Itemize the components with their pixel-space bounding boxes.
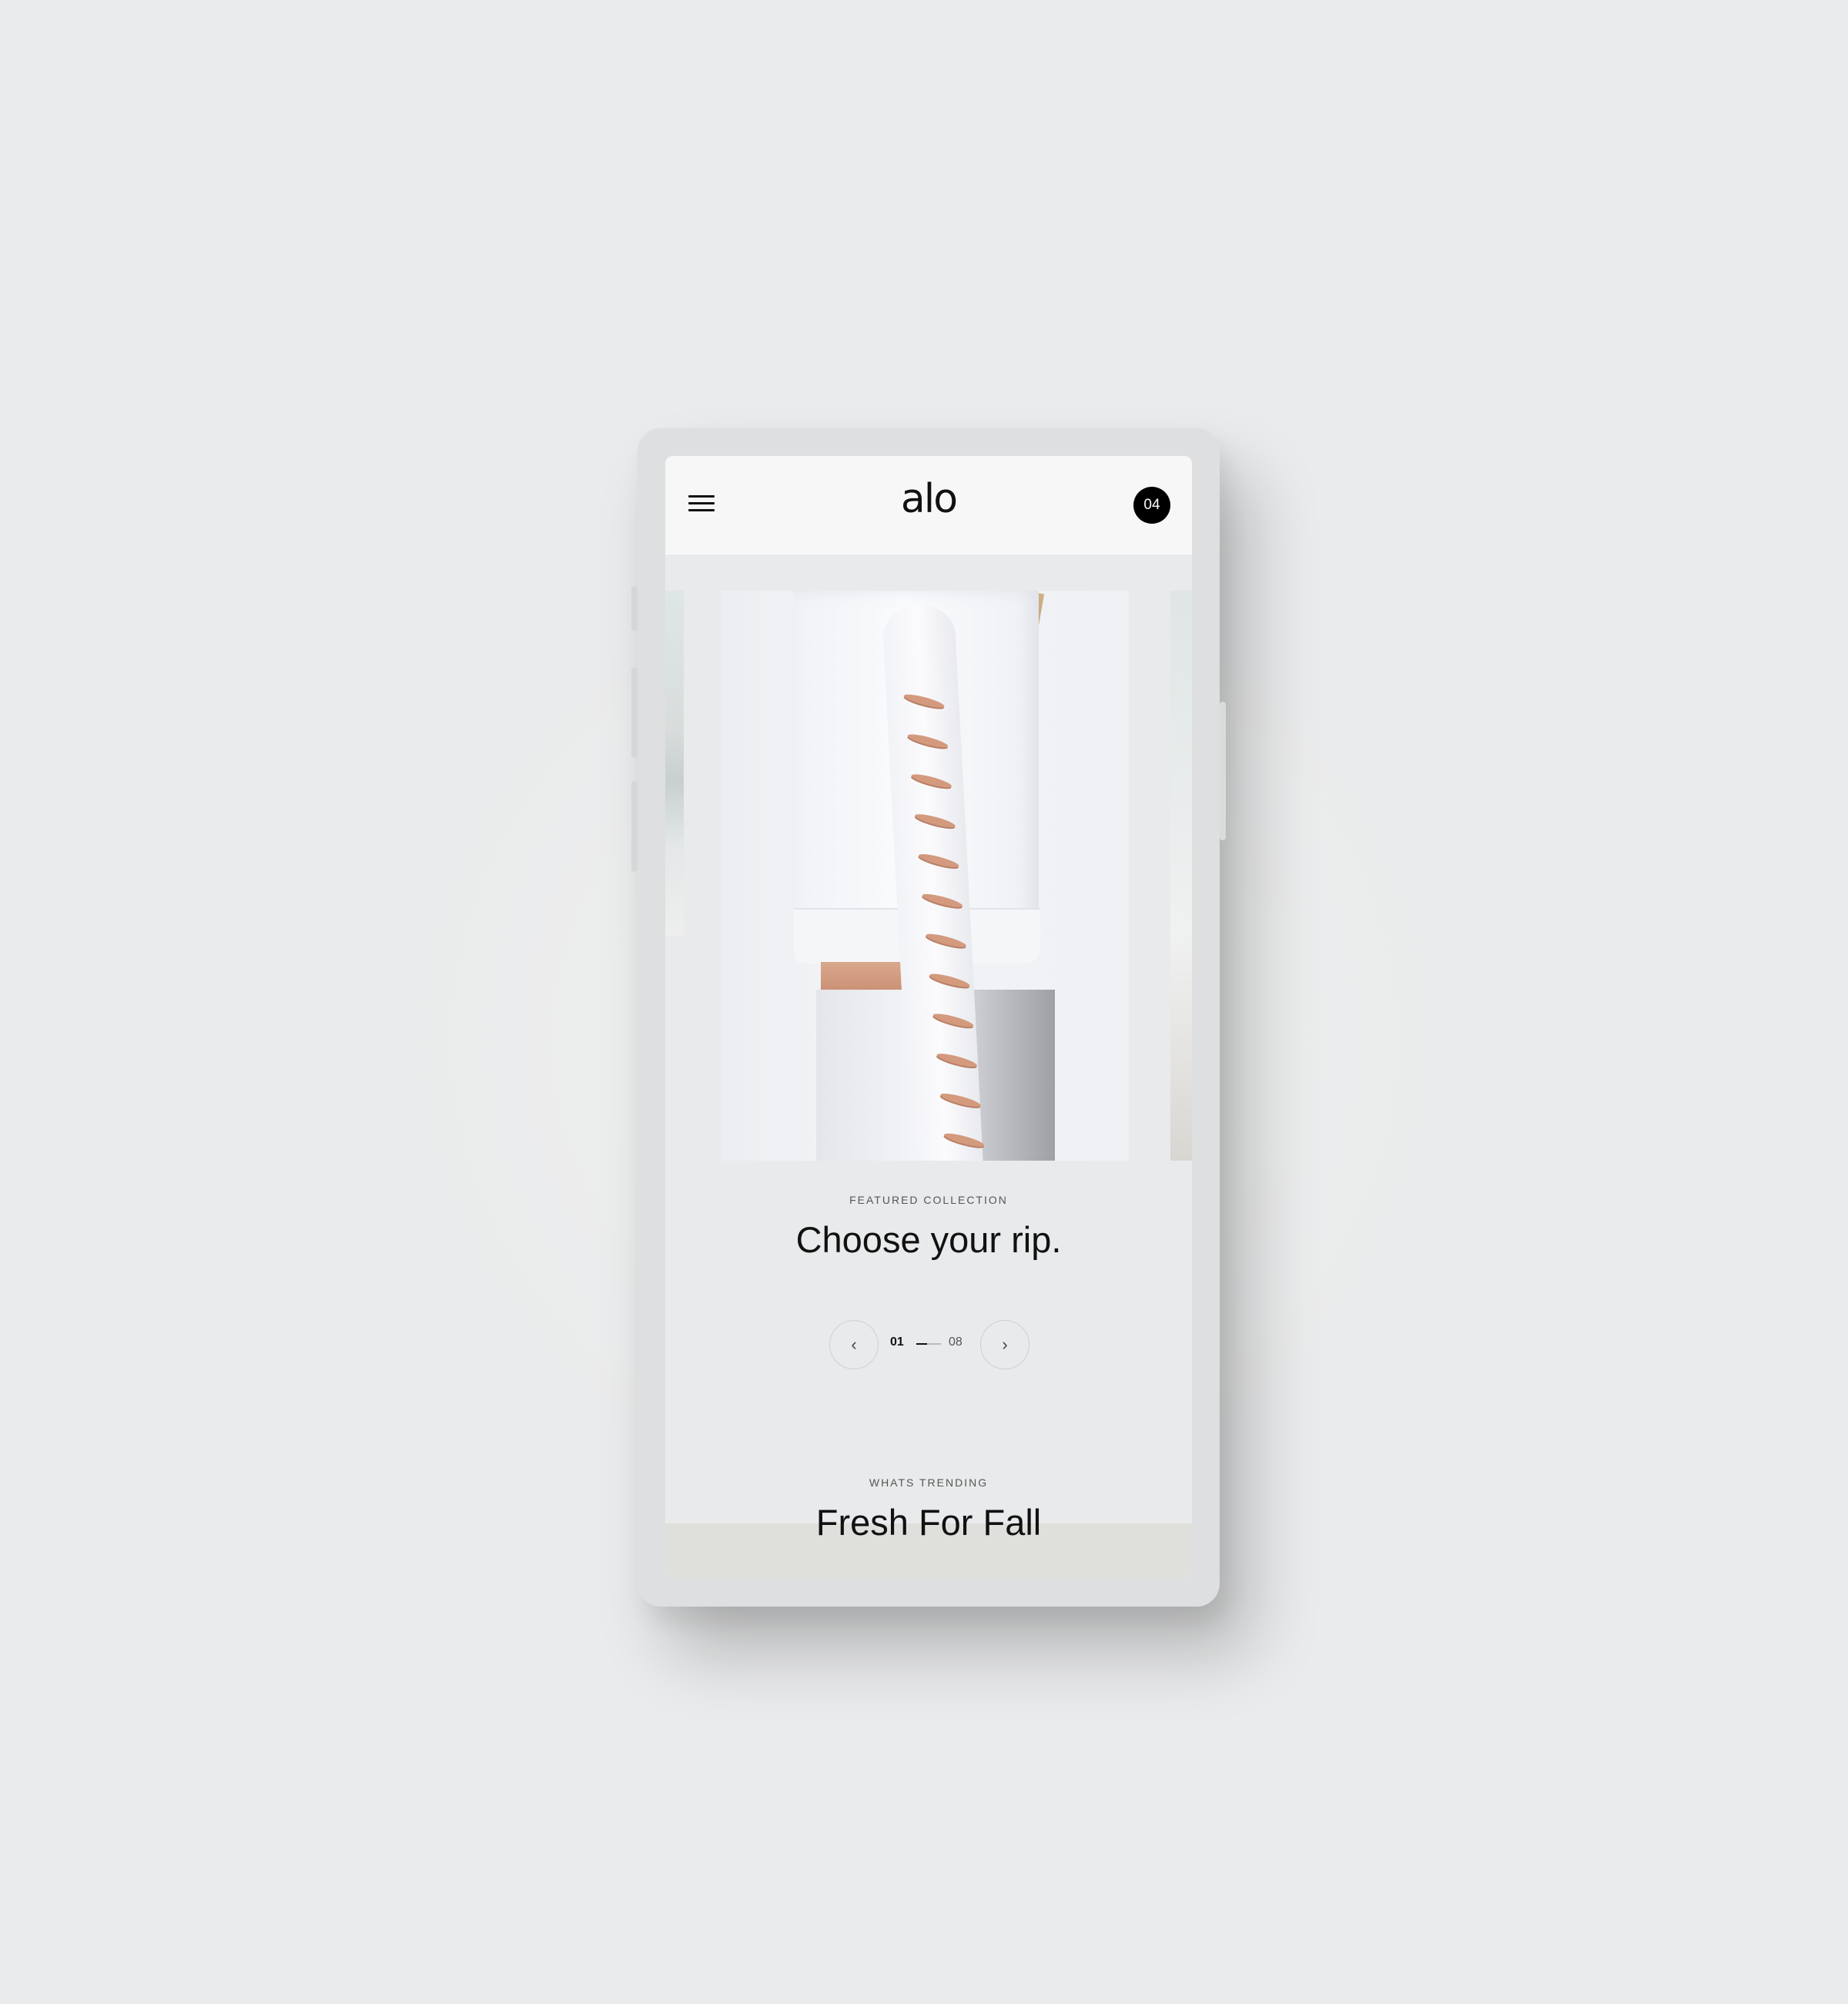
next-slide-peek[interactable] <box>1170 591 1192 1161</box>
sleeve-rip <box>917 851 960 870</box>
previous-slide-peek[interactable] <box>665 591 684 936</box>
phone-power-button <box>1220 702 1226 840</box>
sleeve-rip <box>921 891 964 910</box>
sleeve-rip <box>914 811 956 830</box>
sleeve-rip <box>939 1091 982 1110</box>
chevron-left-icon: ‹ <box>851 1335 857 1354</box>
featured-carousel[interactable] <box>665 591 1192 1161</box>
sleeve-rip <box>936 1051 979 1070</box>
sleeve-rip <box>932 1011 975 1030</box>
featured-collection-label: FEATURED COLLECTION <box>849 1194 1008 1206</box>
cart-count-badge[interactable]: 04 <box>1133 487 1170 524</box>
phone-volume-down-button <box>631 781 638 872</box>
trending-title[interactable]: Fresh For Fall <box>665 1501 1192 1543</box>
carousel-prev-button[interactable]: ‹ <box>829 1320 879 1369</box>
sleeve-rip <box>942 1131 986 1150</box>
site-header: alo 04 <box>665 456 1192 555</box>
pager-current-page: 01 <box>890 1335 904 1349</box>
brand-logo[interactable]: alo <box>665 476 1192 522</box>
sleeve-rip <box>902 692 946 711</box>
whats-trending-label: WHATS TRENDING <box>869 1476 989 1489</box>
sleeve-rip <box>925 931 968 950</box>
featured-collection-title[interactable]: Choose your rip. <box>665 1218 1192 1261</box>
pager-progress-line <box>916 1343 941 1345</box>
featured-slide-image[interactable] <box>684 591 1170 1161</box>
sleeve-rip <box>928 971 971 990</box>
sleeve-rip <box>906 732 949 750</box>
carousel-pager: ‹ 01 08 › <box>829 1320 1029 1369</box>
phone-screen: alo 04 FEATURED COLLECTION Choose your r… <box>665 456 1192 1577</box>
chevron-right-icon: › <box>1002 1335 1008 1354</box>
phone-volume-up-button <box>631 667 638 758</box>
phone-side-button <box>631 586 638 631</box>
phone-mockup: alo 04 FEATURED COLLECTION Choose your r… <box>631 428 1226 1607</box>
carousel-next-button[interactable]: › <box>980 1320 1029 1369</box>
pager-total-pages: 08 <box>949 1335 962 1349</box>
sleeve-rip <box>910 772 953 790</box>
